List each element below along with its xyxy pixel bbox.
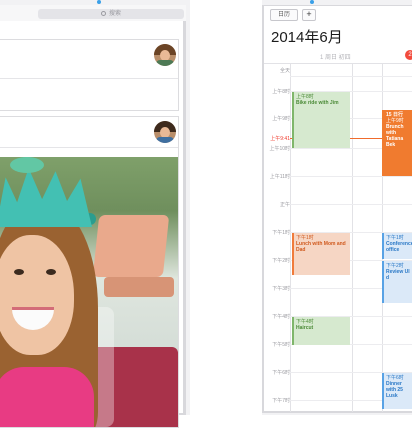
hour-label: 上午8时 xyxy=(272,89,290,95)
camera-dot xyxy=(97,0,101,4)
day-grid[interactable]: 全天 上午8时 上午9时 上午9:41 上午10时 上午11时 正午 下午1时 … xyxy=(264,63,412,412)
feed-content xyxy=(0,21,186,428)
hour-label: 正午 xyxy=(279,202,290,208)
feed-app: 搜索 xyxy=(0,0,190,428)
feed-toolbar: 搜索 xyxy=(0,5,186,22)
week-label: 1 周日 初四 xyxy=(320,55,351,61)
event-title: Review UI d xyxy=(386,269,410,281)
hour-label: 上午11时 xyxy=(269,174,290,180)
hour-label: 下午3时 xyxy=(272,286,290,292)
hour-label: 上午10时 xyxy=(269,146,290,152)
event-title: Bike ride with Jim xyxy=(296,100,339,106)
search-placeholder: 搜索 xyxy=(108,11,121,17)
hour-label: 下午6时 xyxy=(272,370,290,376)
event-brunch[interactable]: 15 日行 上午9时 Brunch with Tatiana Bek xyxy=(382,110,412,176)
allday-label: 全天 xyxy=(279,68,290,74)
notification-badge[interactable]: 2 xyxy=(405,50,412,60)
calendar-app: 日历 + 2014年6月 1 周日 初四 2 全天 上午8时 上午9时 上午9:… xyxy=(262,0,412,415)
calendars-button[interactable]: 日历 xyxy=(270,9,298,21)
add-event-button[interactable]: + xyxy=(302,9,316,21)
hour-label: 下午4时 xyxy=(272,314,290,320)
search-input[interactable]: 搜索 xyxy=(38,9,184,19)
avatar[interactable] xyxy=(154,121,176,143)
hour-label: 下午7时 xyxy=(272,398,290,404)
event-bike-ride[interactable]: 上午8时 Bike ride with Jim xyxy=(292,92,350,148)
event-lunch[interactable]: 下午1时 Lunch with Mom and Dad xyxy=(292,233,350,275)
event-conference[interactable]: 下午1时 Conference office xyxy=(382,233,412,259)
event-dinner[interactable]: 下午6时 Dinner with 25 Lusk xyxy=(382,373,412,409)
post-photo[interactable] xyxy=(0,157,178,427)
hour-label: 下午1时 xyxy=(272,230,290,236)
event-title: Dinner with 25 Lusk xyxy=(386,381,403,399)
column-divider xyxy=(352,64,353,412)
hour-label: 下午2时 xyxy=(272,258,290,264)
event-haircut[interactable]: 下午4时 Haircut xyxy=(292,317,350,345)
event-review[interactable]: 下午2时 Review UI d xyxy=(382,261,412,303)
event-title: Brunch with Tatiana Bek xyxy=(386,124,404,148)
search-icon xyxy=(100,11,106,16)
calendar-window: 日历 + 2014年6月 1 周日 初四 2 全天 上午8时 上午9时 上午9:… xyxy=(262,5,412,413)
hour-line xyxy=(290,76,412,77)
event-title: Lunch with Mom and Dad xyxy=(296,241,346,253)
event-title: Haircut xyxy=(296,325,314,331)
hour-label: 下午5时 xyxy=(272,342,290,348)
event-title: Conference office xyxy=(386,241,412,253)
hour-line xyxy=(290,176,412,177)
current-time-label: 上午9:41 xyxy=(270,136,290,142)
hour-label: 上午9时 xyxy=(272,116,290,122)
camera-dot xyxy=(310,0,314,4)
post-card[interactable] xyxy=(0,116,179,428)
month-title: 2014年6月 xyxy=(271,29,343,46)
post-card[interactable] xyxy=(0,39,179,111)
divider xyxy=(0,147,178,148)
avatar[interactable] xyxy=(154,44,176,66)
column-divider xyxy=(290,64,291,412)
divider xyxy=(0,78,178,79)
hour-line xyxy=(290,204,412,205)
